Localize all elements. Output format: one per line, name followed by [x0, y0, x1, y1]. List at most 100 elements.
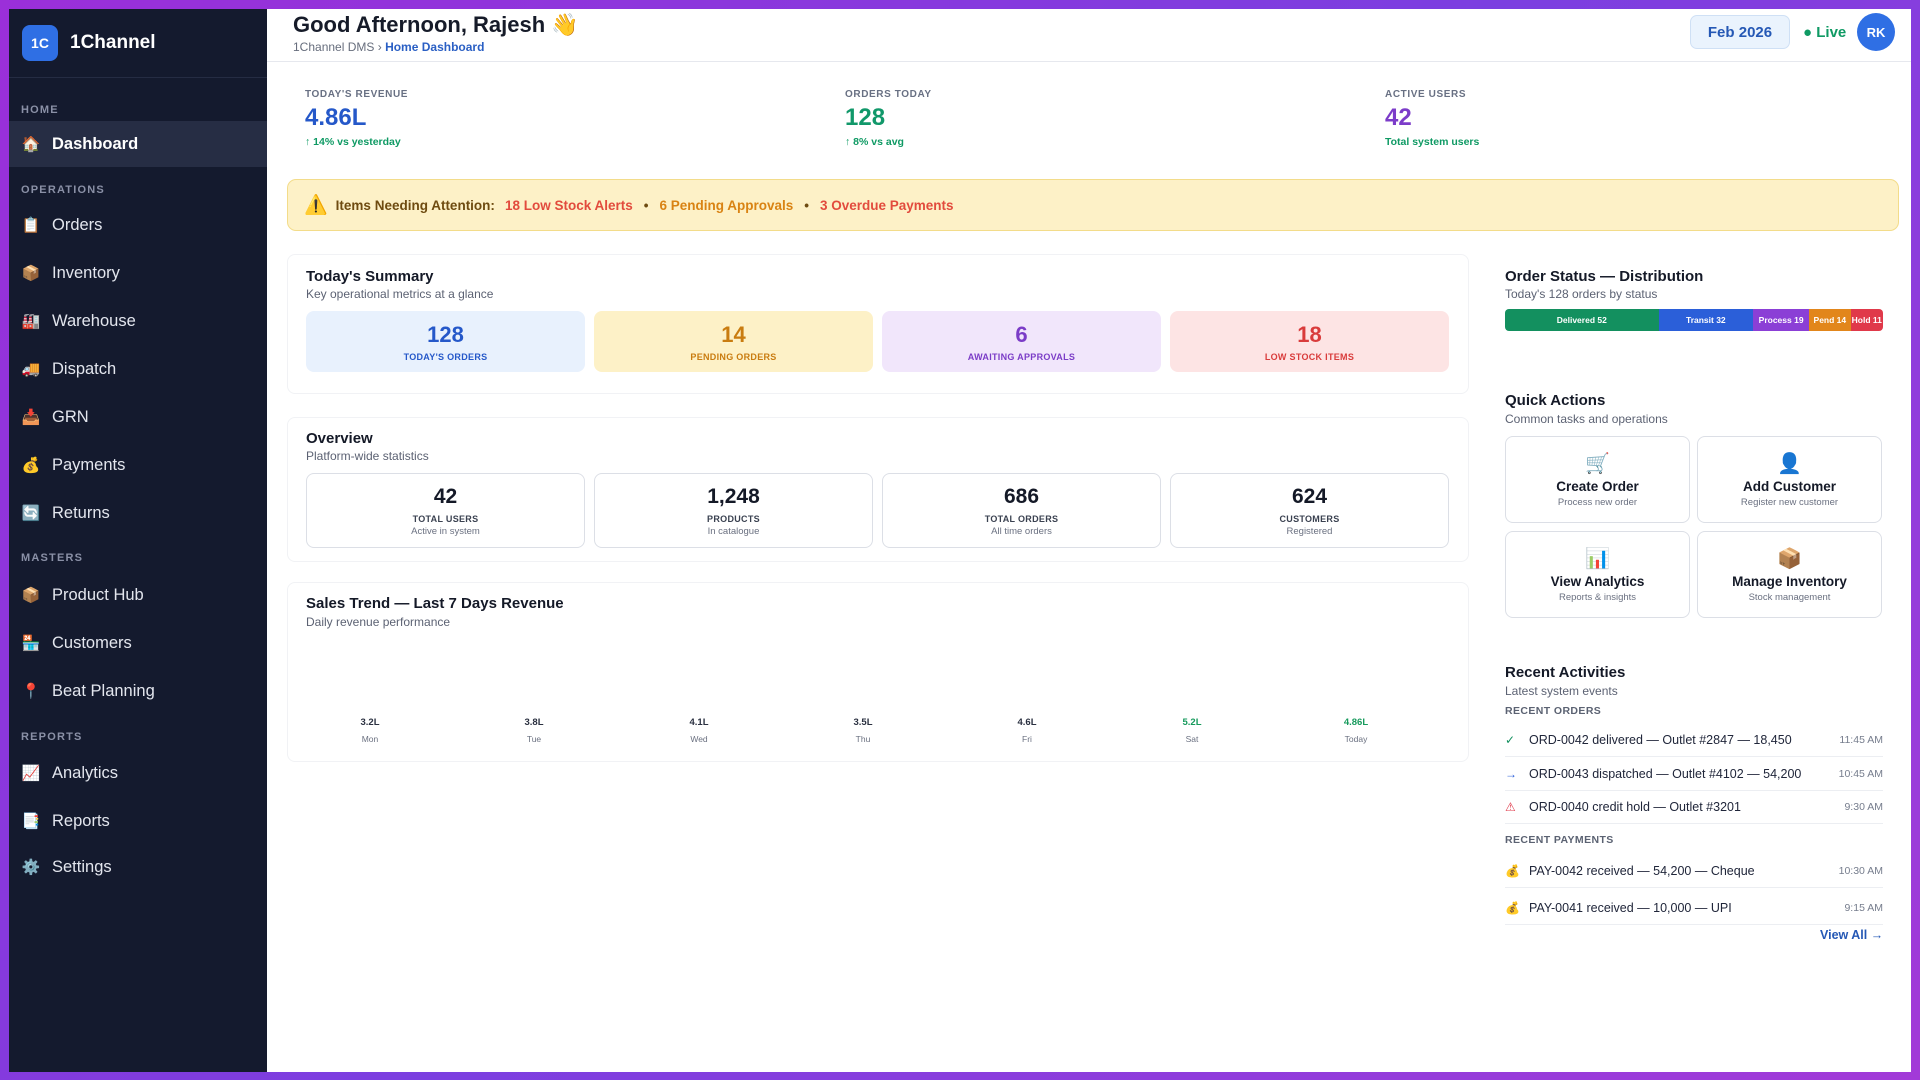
sidebar-item-label: Beat Planning [52, 681, 155, 700]
activity-time: 9:30 AM [1844, 801, 1883, 813]
sales-day-fri: 4.6L Fri [987, 717, 1067, 744]
sidebar-item-inventory[interactable]: 📦 Inventory [9, 250, 267, 296]
manage-inventory-icon: 📦 [1777, 548, 1802, 570]
summary-awaiting-approvals[interactable]: 6 AWAITING APPROVALS [882, 311, 1161, 372]
sidebar-item-customers[interactable]: 🏪 Customers [9, 620, 267, 666]
sidebar-item-product-hub[interactable]: 📦 Product Hub [9, 572, 267, 618]
kpi-value: 4.86L [305, 104, 367, 131]
settings-icon: ⚙️ [21, 859, 41, 876]
sidebar-item-label: Customers [52, 633, 132, 652]
activity-item[interactable]: ⚠ ORD-0040 credit hold — Outlet #3201 9:30… [1505, 791, 1883, 824]
overview-label: TOTAL USERS [412, 513, 479, 524]
sidebar-item-label: Payments [52, 455, 126, 474]
recent-orders-heading: RECENT ORDERS [1505, 705, 1602, 717]
overview-value: 1,248 [707, 484, 760, 508]
sidebar-item-dispatch[interactable]: 🚚 Dispatch [9, 346, 267, 392]
activity-item[interactable]: → ORD-0043 dispatched — Outlet #4102 — 54… [1505, 758, 1883, 791]
summary-value: 14 [721, 321, 746, 347]
activity-text: ORD-0043 dispatched — Outlet #4102 — 54,… [1529, 767, 1802, 781]
status-segment-pend[interactable]: Pend 14 [1809, 309, 1851, 331]
alert-separator: • [804, 197, 809, 213]
view-all-link[interactable]: View All → [1820, 928, 1883, 942]
reports-icon: 📑 [21, 813, 41, 830]
pending-approvals-link[interactable]: 6 Pending Approvals [659, 198, 793, 213]
recent-activities-subtitle: Latest system events [1505, 684, 1618, 698]
sidebar-item-beat-planning[interactable]: 📍 Beat Planning [9, 668, 267, 714]
breadcrumb-current: Home Dashboard [385, 40, 485, 54]
sidebar-item-settings[interactable]: ⚙️ Settings [9, 844, 267, 890]
low-stock-link[interactable]: 18 Low Stock Alerts [505, 198, 633, 213]
payments-icon: 💰 [21, 457, 41, 474]
status-segment-delivered[interactable]: Delivered 52 [1505, 309, 1659, 331]
overdue-payments-link[interactable]: 3 Overdue Payments [820, 198, 954, 213]
sidebar-item-orders[interactable]: 📋 Orders [9, 202, 267, 248]
summary-value: 6 [1015, 321, 1028, 347]
sidebar-item-label: Returns [52, 503, 110, 522]
sidebar-item-reports[interactable]: 📑 Reports [9, 798, 267, 844]
summary-label: AWAITING APPROVALS [967, 351, 1076, 362]
overview-total-users[interactable]: 42 TOTAL USERS Active in system [306, 473, 585, 548]
overview-products[interactable]: 1,248 PRODUCTS In catalogue [594, 473, 873, 548]
recent-activities-title: Recent Activities [1505, 664, 1626, 681]
sidebar-item-warehouse[interactable]: 🏭 Warehouse [9, 298, 267, 344]
kpi-label: ACTIVE USERS [1385, 89, 1467, 100]
summary-label: PENDING ORDERS [690, 351, 777, 362]
activity-item[interactable]: ✓ ORD-0042 delivered — Outlet #2847 — 18,… [1505, 724, 1883, 757]
recent-payments-heading: RECENT PAYMENTS [1505, 834, 1614, 846]
overview-subtitle: Platform-wide statistics [306, 449, 429, 463]
quick-action-subtitle: Register new customer [1740, 497, 1839, 508]
live-status: ● Live [1803, 24, 1846, 41]
overview-customers[interactable]: 624 CUSTOMERS Registered [1170, 473, 1449, 548]
sidebar-item-label: Dispatch [52, 359, 117, 378]
overview-title: Overview [306, 430, 373, 447]
live-label: Live [1816, 24, 1847, 41]
quick-action-subtitle: Process new order [1557, 497, 1638, 508]
sidebar-item-returns[interactable]: 🔄 Returns [9, 490, 267, 536]
sidebar-item-analytics[interactable]: 📈 Analytics [9, 750, 267, 796]
sales-trend-title: Sales Trend — Last 7 Days Revenue [306, 595, 564, 612]
sidebar-item-grn[interactable]: 📥 GRN [9, 394, 267, 440]
nav-section-home: HOME [21, 104, 59, 116]
sidebar-item-label: Dashboard [52, 134, 139, 153]
sales-day-thu: 3.5L Thu [823, 717, 903, 744]
sidebar-item-label: Inventory [52, 263, 120, 282]
activity-item[interactable]: 💰 PAY-0042 received — 54,200 — Cheque 10:3… [1505, 855, 1883, 888]
status-segment-process[interactable]: Process 19 [1753, 309, 1810, 331]
quick-action-manage-inventory[interactable]: 📦 Manage Inventory Stock management [1697, 531, 1882, 618]
sidebar-item-label: Reports [52, 811, 110, 830]
sidebar-item-dashboard[interactable]: 🏠 Dashboard [9, 121, 267, 167]
quick-action-add-customer[interactable]: 👤 Add Customer Register new customer [1697, 436, 1882, 523]
status-segment-transit[interactable]: Transit 32 [1658, 309, 1754, 331]
status-segment-hold[interactable]: Hold 11 [1850, 309, 1883, 331]
sidebar-item-label: Warehouse [52, 311, 136, 330]
summary-pending-orders[interactable]: 14 PENDING ORDERS [594, 311, 873, 372]
breadcrumb-separator: › [377, 40, 382, 54]
date-picker-button[interactable]: Feb 2026 [1690, 15, 1790, 49]
quick-action-create-order[interactable]: 🛒 Create Order Process new order [1505, 436, 1690, 523]
avatar[interactable]: RK [1857, 13, 1895, 51]
summary-label: LOW STOCK ITEMS [1264, 351, 1355, 362]
overview-total-orders[interactable]: 686 TOTAL ORDERS All time orders [882, 473, 1161, 548]
breadcrumb-root[interactable]: 1Channel DMS [293, 40, 374, 54]
summary-today-s-orders[interactable]: 128 TODAY'S ORDERS [306, 311, 585, 372]
kpi-value: 128 [845, 104, 886, 131]
quick-action-view-analytics[interactable]: 📊 View Analytics Reports & insights [1505, 531, 1690, 618]
order-status-title: Order Status — Distribution [1505, 268, 1704, 285]
brand[interactable]: 1C 1Channel [9, 9, 267, 78]
nav-section-operations: OPERATIONS [21, 184, 105, 196]
page-header: Good Afternoon, Rajesh 👋 1Channel DMS › … [267, 9, 1911, 62]
attention-alert: ⚠️ Items Needing Attention: 18 Low Stock… [287, 179, 1899, 231]
summary-value: 18 [1297, 321, 1322, 347]
activity-status-icon: ✓ [1505, 733, 1516, 747]
summary-low-stock-items[interactable]: 18 LOW STOCK ITEMS [1170, 311, 1449, 372]
summary-title: Today's Summary [306, 268, 434, 285]
activity-status-icon: 💰 [1505, 901, 1520, 915]
nav-section-masters: MASTERS [21, 552, 84, 564]
activity-item[interactable]: 💰 PAY-0041 received — 10,000 — UPI 9:15 AM [1505, 892, 1883, 925]
sales-day-tue: 3.8L Tue [494, 717, 574, 744]
quick-action-subtitle: Reports & insights [1558, 592, 1637, 603]
kpi-subtext: ↑ 14% vs yesterday [305, 136, 401, 148]
overview-value: 42 [433, 484, 458, 508]
sidebar-item-payments[interactable]: 💰 Payments [9, 442, 267, 488]
sidebar-item-label: GRN [52, 407, 89, 426]
